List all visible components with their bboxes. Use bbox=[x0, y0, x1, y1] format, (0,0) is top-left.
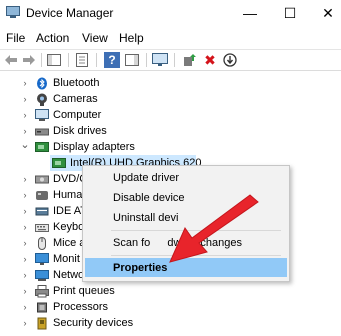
tree-item-security-devices[interactable]: › Security devices bbox=[0, 316, 341, 332]
chevron-right-icon[interactable]: › bbox=[20, 318, 30, 328]
properties-icon bbox=[76, 53, 88, 67]
properties-toolbar-button[interactable] bbox=[74, 52, 90, 68]
red-x-icon: ✖ bbox=[204, 51, 216, 68]
tree-item-label: Disk drives bbox=[53, 125, 107, 137]
uninstall-button[interactable]: ✖ bbox=[202, 52, 218, 68]
chevron-right-icon[interactable]: › bbox=[20, 174, 30, 184]
tree-item-label: Cameras bbox=[53, 93, 98, 105]
monitor-scan-icon bbox=[152, 53, 168, 66]
chevron-right-icon[interactable]: › bbox=[20, 270, 30, 280]
tree-item-label: Keybo bbox=[53, 221, 85, 233]
disk-icon bbox=[35, 128, 49, 136]
chevron-right-icon[interactable]: › bbox=[20, 222, 30, 232]
window-title: Device Manager bbox=[26, 6, 114, 20]
forward-arrow-icon bbox=[23, 55, 35, 65]
help-icon: ? bbox=[108, 53, 116, 67]
computer-icon bbox=[35, 109, 49, 121]
menu-file[interactable]: File bbox=[6, 31, 25, 45]
processor-icon bbox=[37, 302, 47, 313]
monitor-icon bbox=[35, 253, 49, 265]
tree-item-label: Security devices bbox=[53, 317, 134, 329]
menu-item-properties[interactable]: Properties bbox=[113, 262, 167, 274]
display-adapter-icon bbox=[52, 158, 66, 168]
chevron-right-icon[interactable]: › bbox=[20, 206, 30, 216]
back-arrow-icon bbox=[5, 55, 17, 65]
tree-item-label: Netwo bbox=[53, 269, 85, 281]
tree-item-computer[interactable]: › Computer bbox=[0, 108, 341, 124]
toolbar: ? ✖ bbox=[0, 49, 341, 70]
menu-bar: File Action View Help bbox=[0, 28, 341, 48]
context-menu: Update driver Disable device Uninstall d… bbox=[82, 165, 290, 282]
menu-item-update-driver[interactable]: Update driver bbox=[113, 172, 179, 184]
minimize-button[interactable]: — bbox=[232, 2, 268, 24]
chevron-right-icon[interactable]: › bbox=[20, 238, 30, 248]
chevron-right-icon[interactable]: › bbox=[20, 286, 30, 296]
toolbar-divider bbox=[0, 70, 341, 71]
chevron-right-icon[interactable]: › bbox=[20, 254, 30, 264]
tree-item-label: Computer bbox=[53, 109, 102, 121]
menu-separator bbox=[111, 255, 281, 256]
chevron-right-icon[interactable]: › bbox=[20, 110, 30, 120]
minimize-icon: — bbox=[243, 5, 257, 21]
tree-item-cameras[interactable]: › Cameras bbox=[0, 92, 341, 108]
tree-item-label: Display adapters bbox=[53, 141, 135, 153]
tree-item-label: Monit bbox=[53, 253, 80, 265]
hid-icon bbox=[36, 191, 48, 200]
action-pane-icon bbox=[125, 54, 139, 66]
menu-item-disable-device[interactable]: Disable device bbox=[113, 192, 185, 204]
back-button[interactable] bbox=[3, 52, 19, 68]
network-icon bbox=[35, 270, 49, 281]
chevron-right-icon[interactable]: › bbox=[20, 302, 30, 312]
dvd-icon bbox=[35, 175, 49, 184]
display-adapter-icon bbox=[35, 142, 49, 152]
menu-help[interactable]: Help bbox=[119, 31, 144, 45]
action-pane-button[interactable] bbox=[124, 52, 140, 68]
keyboard-icon bbox=[35, 224, 49, 232]
forward-button[interactable] bbox=[21, 52, 37, 68]
menu-separator bbox=[111, 230, 281, 231]
camera-icon bbox=[37, 93, 47, 106]
show-hide-tree-button[interactable] bbox=[46, 52, 62, 68]
maximize-icon: ☐ bbox=[283, 4, 297, 21]
menu-item-uninstall-device[interactable]: Uninstall devi bbox=[113, 212, 178, 224]
update-driver-icon bbox=[184, 54, 196, 66]
menu-item-scan-hardware[interactable]: Scan fo dware changes bbox=[113, 237, 242, 249]
bluetooth-icon bbox=[37, 77, 47, 90]
chevron-right-icon[interactable]: › bbox=[20, 126, 30, 136]
security-chip-icon bbox=[37, 317, 47, 330]
ide-icon bbox=[35, 207, 49, 216]
tree-item-label: Processors bbox=[53, 301, 109, 313]
menu-action[interactable]: Action bbox=[36, 31, 69, 45]
printer-icon bbox=[35, 285, 49, 298]
maximize-button[interactable]: ☐ bbox=[272, 2, 308, 24]
tree-view-icon bbox=[47, 54, 61, 66]
scan-label-part1: Scan fo bbox=[113, 237, 151, 249]
mouse-icon bbox=[38, 237, 46, 250]
tree-item-processors[interactable]: › Processors bbox=[0, 300, 341, 316]
chevron-right-icon[interactable]: › bbox=[20, 78, 30, 88]
title-bar: Device Manager — ☐ ✕ bbox=[0, 0, 341, 28]
tree-item-label: Bluetooth bbox=[53, 77, 100, 89]
tree-item-label: Print queues bbox=[53, 285, 115, 297]
help-button[interactable]: ? bbox=[104, 52, 120, 68]
tree-item-disk-drives[interactable]: › Disk drives bbox=[0, 124, 341, 140]
close-icon: ✕ bbox=[322, 4, 334, 21]
download-circle-icon bbox=[223, 53, 237, 67]
update-driver-button[interactable] bbox=[182, 52, 198, 68]
scan-hardware-button[interactable] bbox=[152, 52, 168, 68]
disable-device-button[interactable] bbox=[222, 52, 238, 68]
chevron-right-icon[interactable]: › bbox=[20, 94, 30, 104]
tree-item-label: Mice a bbox=[53, 237, 86, 249]
chevron-right-icon[interactable]: › bbox=[20, 190, 30, 200]
menu-view[interactable]: View bbox=[82, 31, 108, 45]
device-manager-icon bbox=[6, 6, 20, 18]
tree-item-bluetooth[interactable]: › Bluetooth bbox=[0, 76, 341, 92]
tree-item-print-queues[interactable]: › Print queues bbox=[0, 284, 341, 300]
close-button[interactable]: ✕ bbox=[310, 2, 341, 24]
chevron-down-icon[interactable]: ⌄ bbox=[20, 140, 30, 151]
tree-item-display-adapters[interactable]: ⌄ Display adapters bbox=[0, 140, 341, 156]
tree-item-label: Huma bbox=[53, 189, 83, 201]
scan-label-part2: dware changes bbox=[167, 237, 242, 249]
